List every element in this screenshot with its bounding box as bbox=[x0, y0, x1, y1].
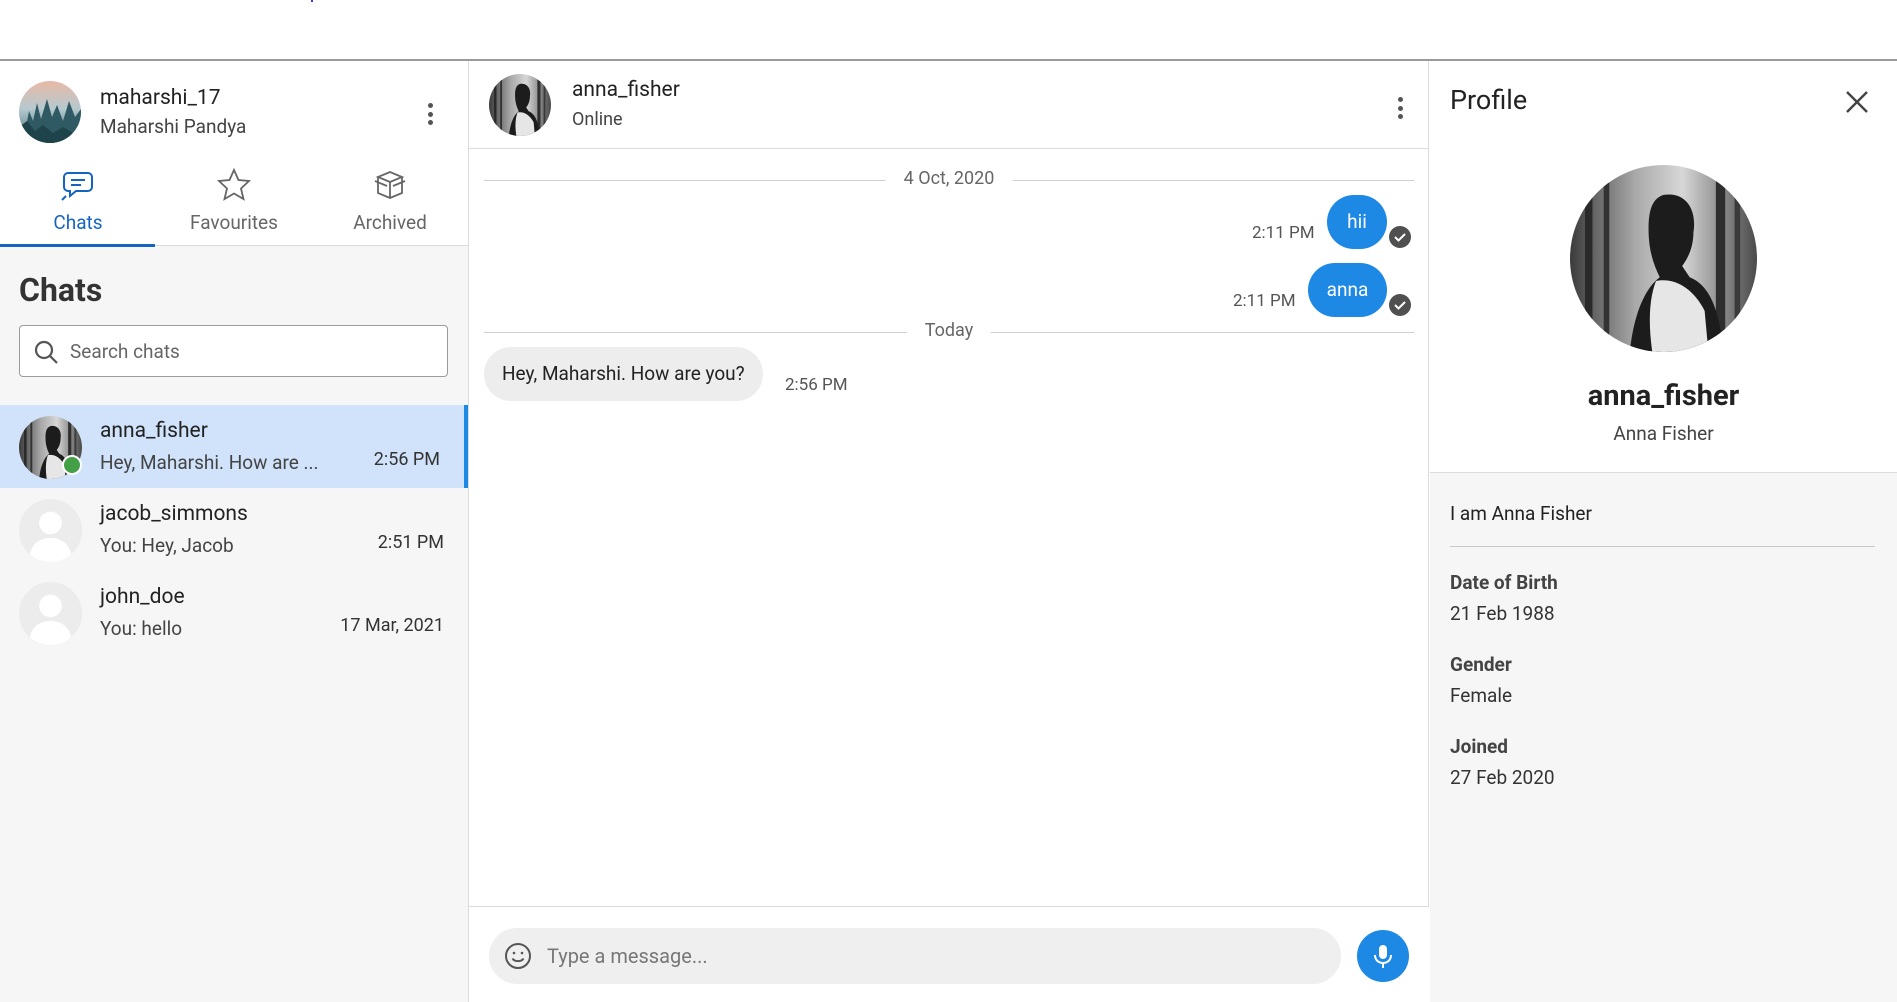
tab-chats-label: Chats bbox=[53, 211, 103, 234]
chat-time: 17 Mar, 2021 bbox=[340, 615, 444, 636]
message-time: 2:11 PM bbox=[1233, 291, 1296, 311]
profile-panel: Profile anna_fisher Anna Fisher I am Ann… bbox=[1430, 61, 1897, 1002]
online-status-dot bbox=[62, 455, 82, 475]
sidebar-menu-icon[interactable] bbox=[418, 99, 442, 129]
chat-time: 2:51 PM bbox=[377, 532, 444, 553]
profile-field-label: Date of Birth bbox=[1450, 571, 1558, 594]
tab-favourites[interactable]: Favourites bbox=[156, 151, 312, 246]
chat-avatar bbox=[19, 582, 82, 645]
profile-avatar bbox=[1570, 165, 1757, 352]
chat-username: jacob_simmons bbox=[100, 502, 248, 526]
archive-box-icon bbox=[374, 171, 406, 199]
star-icon bbox=[216, 167, 252, 201]
profile-field-label: Gender bbox=[1450, 653, 1512, 676]
message-field[interactable] bbox=[489, 928, 1341, 984]
sidebar-tabs: Chats Favourites Archived bbox=[0, 151, 468, 247]
browser-top-bar bbox=[0, 0, 1897, 61]
chat-preview: You: Hey, Jacob bbox=[100, 534, 234, 557]
chat-preview: You: hello bbox=[100, 617, 183, 640]
top-bar-mark bbox=[311, 0, 313, 2]
search-input[interactable] bbox=[70, 336, 430, 366]
profile-field-label: Joined bbox=[1450, 735, 1508, 758]
message-input[interactable] bbox=[547, 941, 1317, 971]
date-divider: Today bbox=[484, 320, 1414, 344]
date-divider-label: 4 Oct, 2020 bbox=[885, 168, 1013, 189]
profile-bio: I am Anna Fisher bbox=[1450, 502, 1592, 525]
outgoing-message: hii bbox=[1327, 195, 1387, 249]
profile-field-value: Female bbox=[1450, 684, 1513, 707]
tab-archived[interactable]: Archived bbox=[312, 151, 468, 246]
chat-time: 2:56 PM bbox=[373, 449, 440, 470]
contact-status: Online bbox=[572, 109, 623, 130]
chats-heading: Chats bbox=[19, 271, 103, 309]
profile-field-value: 27 Feb 2020 bbox=[1450, 766, 1555, 789]
search-icon bbox=[34, 340, 58, 364]
conversation-menu-icon[interactable] bbox=[1388, 93, 1412, 123]
delivered-check-icon bbox=[1389, 294, 1411, 316]
tab-archived-label: Archived bbox=[353, 211, 427, 234]
tab-chats[interactable]: Chats bbox=[0, 151, 156, 247]
close-icon[interactable] bbox=[1842, 87, 1872, 117]
chat-list-item[interactable]: john_doe You: hello 17 Mar, 2021 bbox=[0, 571, 468, 654]
current-user-header: maharshi_17 Maharshi Pandya bbox=[0, 61, 468, 151]
sidebar: maharshi_17 Maharshi Pandya Chats Favour… bbox=[0, 61, 469, 1002]
chat-username: anna_fisher bbox=[100, 419, 208, 443]
outgoing-message: anna bbox=[1308, 263, 1387, 317]
voice-record-button[interactable] bbox=[1357, 930, 1409, 982]
chat-bubbles-icon bbox=[61, 172, 93, 201]
date-divider: 4 Oct, 2020 bbox=[484, 168, 1414, 192]
conversation-header: anna_fisher Online bbox=[469, 61, 1429, 149]
current-user-fullname: Maharshi Pandya bbox=[100, 115, 247, 138]
contact-username[interactable]: anna_fisher bbox=[572, 78, 680, 102]
message-time: 2:11 PM bbox=[1252, 223, 1315, 243]
profile-title: Profile bbox=[1450, 84, 1528, 116]
profile-username: anna_fisher bbox=[1587, 379, 1740, 413]
chat-list-item[interactable]: jacob_simmons You: Hey, Jacob 2:51 PM bbox=[0, 488, 468, 571]
message-composer bbox=[469, 906, 1429, 1002]
bio-divider bbox=[1450, 546, 1875, 547]
profile-field-value: 21 Feb 1988 bbox=[1450, 602, 1555, 625]
profile-header: Profile anna_fisher Anna Fisher bbox=[1430, 61, 1897, 473]
profile-fullname: Anna Fisher bbox=[1613, 422, 1714, 445]
delivered-check-icon bbox=[1389, 226, 1411, 248]
incoming-message: Hey, Maharshi. How are you? bbox=[484, 347, 763, 401]
microphone-icon bbox=[1374, 945, 1392, 968]
chat-preview: Hey, Maharshi. How are ... bbox=[100, 451, 319, 474]
date-divider-label: Today bbox=[906, 320, 992, 341]
chat-list-item[interactable]: anna_fisher Hey, Maharshi. How are ... 2… bbox=[0, 405, 468, 488]
conversation-panel: anna_fisher Online 4 Oct, 2020 2:11 PM h… bbox=[469, 61, 1429, 1002]
emoji-icon[interactable] bbox=[503, 941, 533, 971]
chat-username: john_doe bbox=[100, 585, 185, 609]
message-time: 2:56 PM bbox=[785, 375, 848, 395]
current-user-avatar[interactable] bbox=[19, 81, 81, 143]
contact-avatar[interactable] bbox=[489, 74, 551, 136]
tab-favourites-label: Favourites bbox=[190, 211, 278, 234]
chat-avatar bbox=[19, 499, 82, 562]
current-user-username: maharshi_17 bbox=[100, 86, 221, 110]
search-box[interactable] bbox=[19, 325, 448, 377]
